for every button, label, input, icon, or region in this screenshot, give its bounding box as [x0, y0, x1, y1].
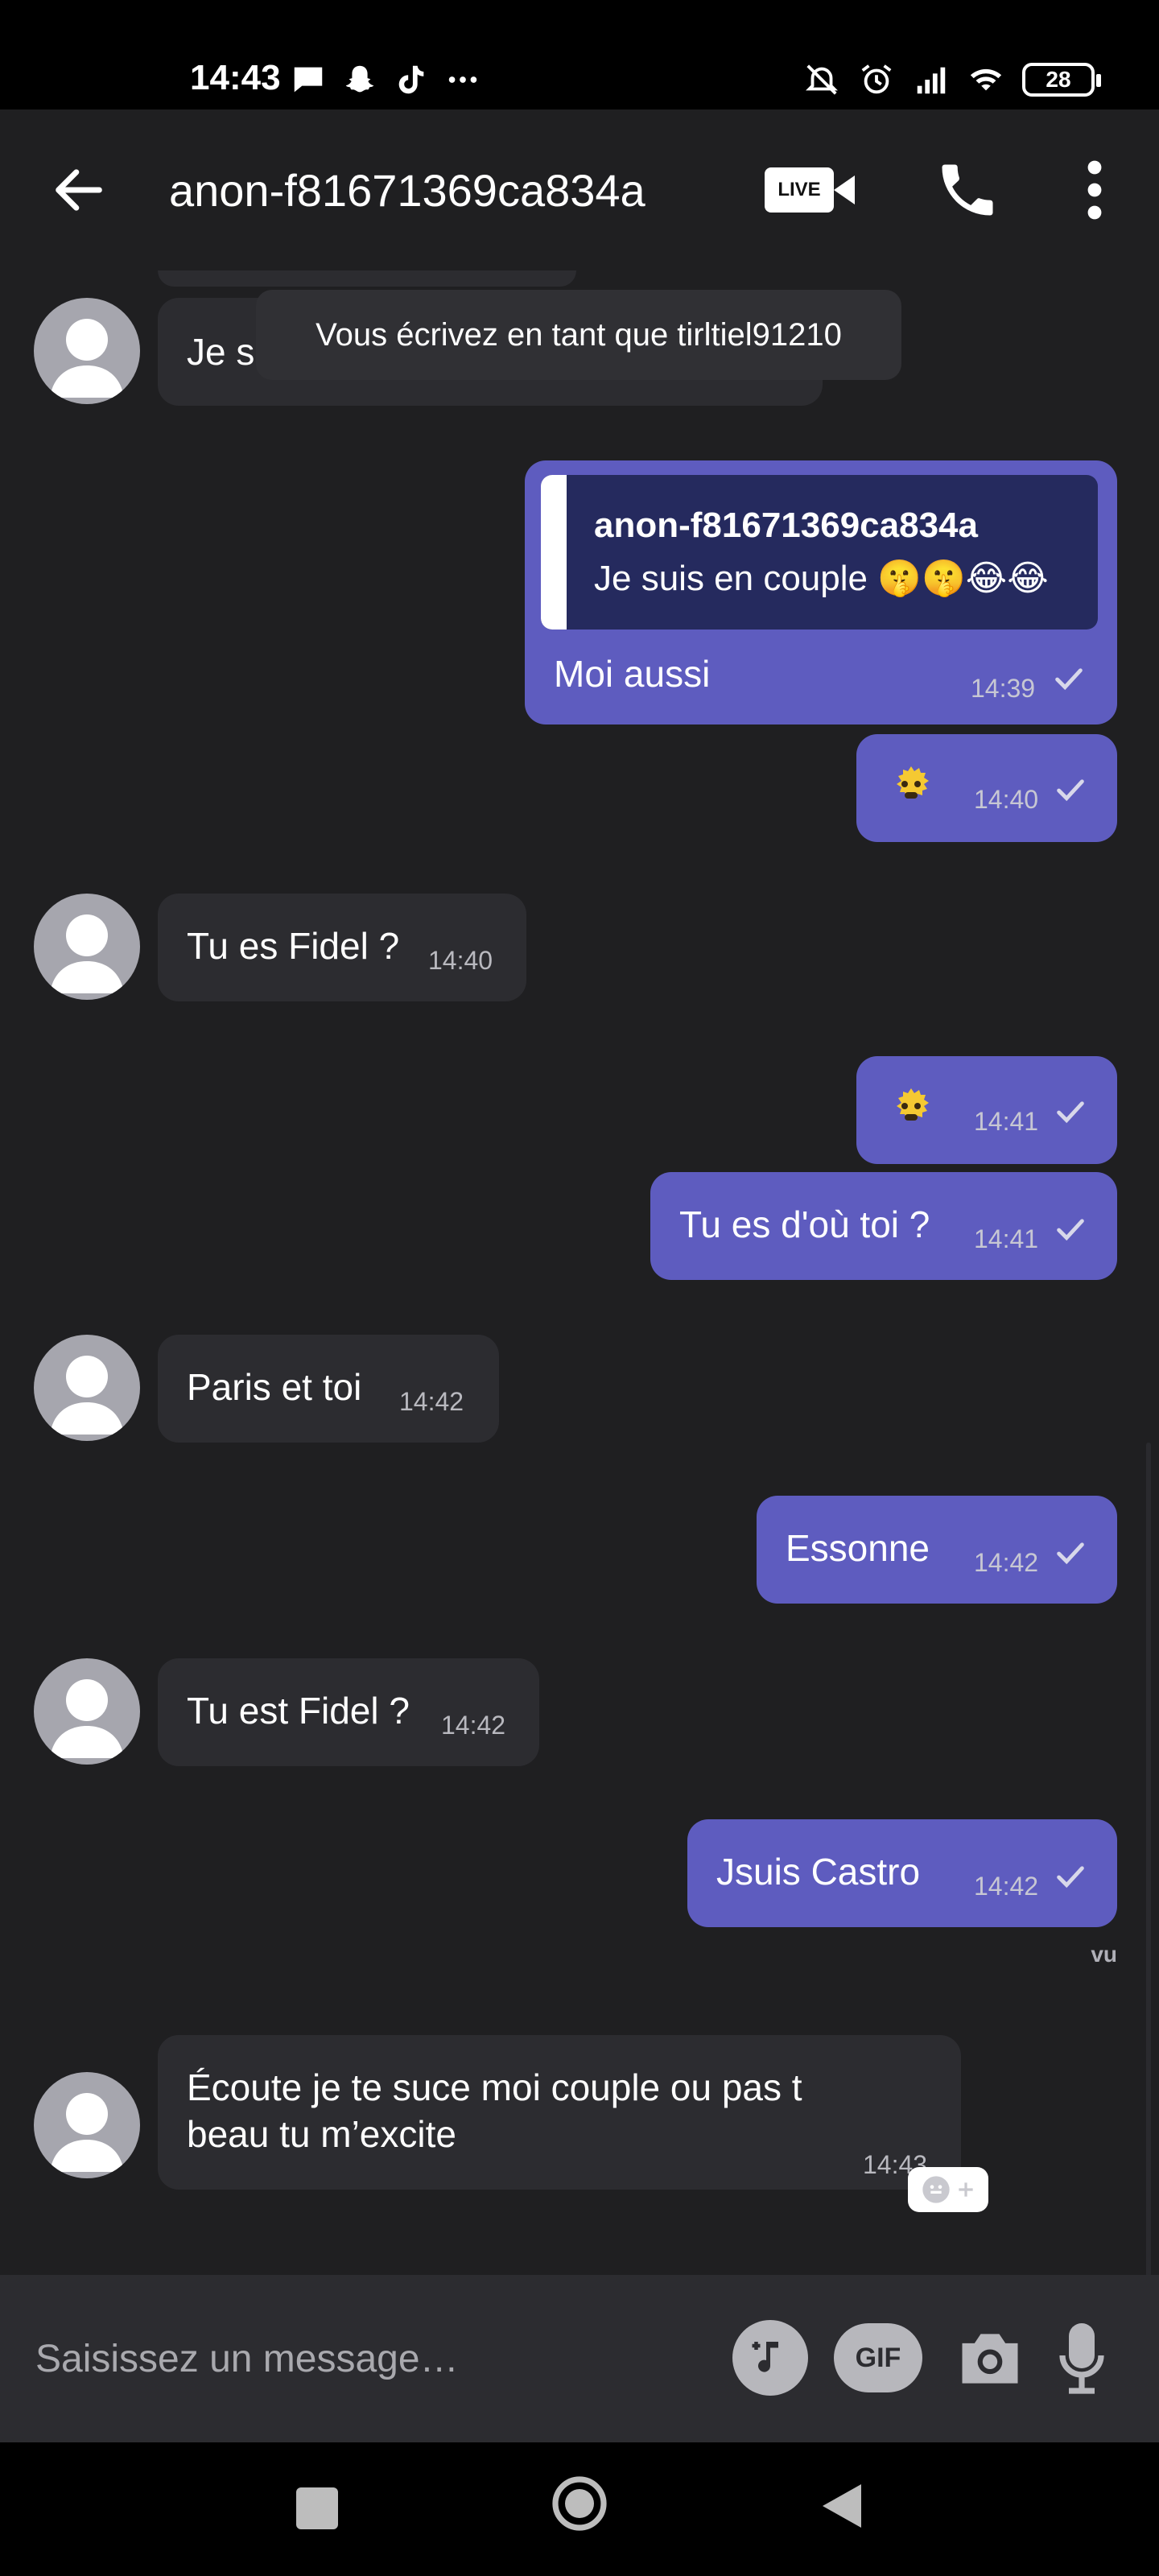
conversation-list[interactable]: Je s Vous écrivez en tant que tirltiel91… [0, 270, 1159, 2275]
contact-avatar[interactable] [34, 2072, 140, 2178]
message-bubble-outgoing[interactable]: 14:40 [856, 734, 1117, 842]
avatar-icon [50, 319, 124, 398]
message-bubble-incoming[interactable]: Tu est Fidel ? 14:42 [158, 1658, 539, 1766]
avatar-icon [50, 1356, 124, 1435]
message-text-line-1: Écoute je te suce moi couple ou pas t [187, 2066, 802, 2108]
avatar-icon [50, 1679, 124, 1758]
sent-check-icon [1057, 1866, 1084, 1889]
alarm-icon [861, 64, 892, 94]
smiley-icon [922, 2176, 950, 2203]
more-options-icon[interactable] [1070, 156, 1119, 224]
quote-author: anon-f81671369ca834a [594, 506, 978, 545]
message-time: 14:41 [974, 1107, 1039, 1136]
shaking-face-emoji-icon [897, 1088, 929, 1121]
video-camera-icon [834, 175, 855, 204]
wifi-icon [970, 68, 1002, 91]
more-dots-icon [448, 76, 477, 83]
message-bubble-outgoing[interactable]: Essonne 14:42 [757, 1496, 1117, 1604]
avatar-icon [50, 914, 124, 993]
sent-check-icon [1057, 1101, 1084, 1124]
shaking-face-emoji-icon [897, 766, 929, 799]
message-input[interactable] [34, 2326, 694, 2391]
contact-avatar[interactable] [34, 298, 140, 404]
message-text: Tu est Fidel ? [187, 1690, 410, 1732]
phone-call-icon[interactable] [934, 156, 1001, 224]
snapchat-icon [345, 65, 374, 93]
tiktok-icon [398, 65, 424, 94]
seen-label: vu [1091, 1942, 1117, 1967]
message-text: Moi aussi [554, 653, 711, 695]
contact-name: anon-f81671369ca834a [169, 165, 645, 216]
message-bubble-incoming[interactable]: Tu es Fidel ? 14:40 [158, 894, 526, 1001]
contact-avatar[interactable] [34, 1335, 140, 1441]
battery-icon: 28 [1022, 63, 1101, 97]
quote-bar [541, 475, 567, 630]
music-button[interactable] [732, 2320, 808, 2396]
home-icon[interactable] [551, 2475, 608, 2533]
sent-check-icon [1057, 1219, 1084, 1241]
toast-text: Vous écrivez en tant que tirltiel91210 [316, 316, 842, 353]
message-time: 14:42 [974, 1548, 1039, 1577]
message-time: 14:39 [971, 674, 1036, 703]
contact-avatar[interactable] [34, 894, 140, 1000]
system-navigation-bar [0, 2442, 1159, 2576]
contact-avatar[interactable] [34, 1658, 140, 1765]
message-text: Tu es Fidel ? [187, 925, 400, 967]
status-left-icons [290, 60, 481, 100]
signal-icon [917, 67, 946, 94]
message-time: 14:40 [428, 946, 493, 975]
sent-check-icon [1057, 779, 1084, 802]
quote-text: Je suis en couple 🤫🤫😂😂 [594, 559, 1049, 598]
message-time: 14:42 [399, 1387, 464, 1416]
sent-check-icon [1055, 668, 1083, 691]
status-time: 14:43 [190, 58, 281, 97]
previous-message-edge [158, 270, 576, 287]
message-icon [294, 67, 323, 93]
message-time: 14:40 [974, 785, 1039, 814]
back-triangle-icon[interactable] [818, 2479, 866, 2533]
message-text: Je s [187, 331, 255, 373]
message-text-line-2: beau tu m’excite [187, 2113, 456, 2155]
message-bubble-outgoing[interactable]: Jsuis Castro 14:42 [687, 1819, 1117, 1927]
music-note-icon [752, 2342, 778, 2372]
status-bar: 14:43 28 [0, 0, 1159, 109]
scrollbar[interactable] [1146, 1443, 1151, 2275]
avatar-icon [50, 2093, 124, 2172]
message-time: 14:41 [974, 1224, 1039, 1253]
gif-button[interactable]: GIF [834, 2323, 922, 2392]
message-bubble-incoming[interactable]: Paris et toi 14:42 [158, 1335, 499, 1443]
message-text: Essonne [786, 1527, 930, 1569]
message-composer: GIF [0, 2275, 1159, 2442]
microphone-icon[interactable] [1059, 2320, 1104, 2397]
message-text: Tu es d'où toi ? [679, 1203, 930, 1245]
plus-icon [959, 2182, 973, 2197]
message-bubble-outgoing[interactable]: 14:41 [856, 1056, 1117, 1164]
identity-toast: Vous écrivez en tant que tirltiel91210 [256, 290, 901, 380]
sent-check-icon [1057, 1542, 1084, 1565]
camera-icon[interactable] [953, 2322, 1027, 2396]
back-arrow-icon[interactable] [48, 159, 109, 221]
live-video-button[interactable]: LIVE [765, 163, 861, 219]
message-bubble-outgoing[interactable]: Tu es d'où toi ? 14:41 [650, 1172, 1117, 1280]
battery-level: 28 [1046, 67, 1071, 92]
quoted-message[interactable]: anon-f81671369ca834a Je suis en couple 🤫… [541, 475, 1098, 630]
live-label: LIVE [765, 167, 834, 213]
message-text: Paris et toi [187, 1366, 362, 1408]
message-bubble-outgoing[interactable]: anon-f81671369ca834a Je suis en couple 🤫… [525, 460, 1117, 724]
message-bubble-incoming[interactable]: Écoute je te suce moi couple ou pas t be… [158, 2035, 961, 2190]
muted-icon [806, 64, 838, 95]
add-reaction-button[interactable] [908, 2167, 988, 2212]
message-time: 14:42 [441, 1711, 506, 1740]
recent-apps-icon[interactable] [296, 2487, 338, 2529]
message-time: 14:42 [974, 1872, 1039, 1901]
chat-header: anon-f81671369ca834a LIVE [0, 109, 1159, 270]
message-text: Jsuis Castro [716, 1851, 921, 1893]
status-right-icons: 28 [803, 60, 1101, 100]
